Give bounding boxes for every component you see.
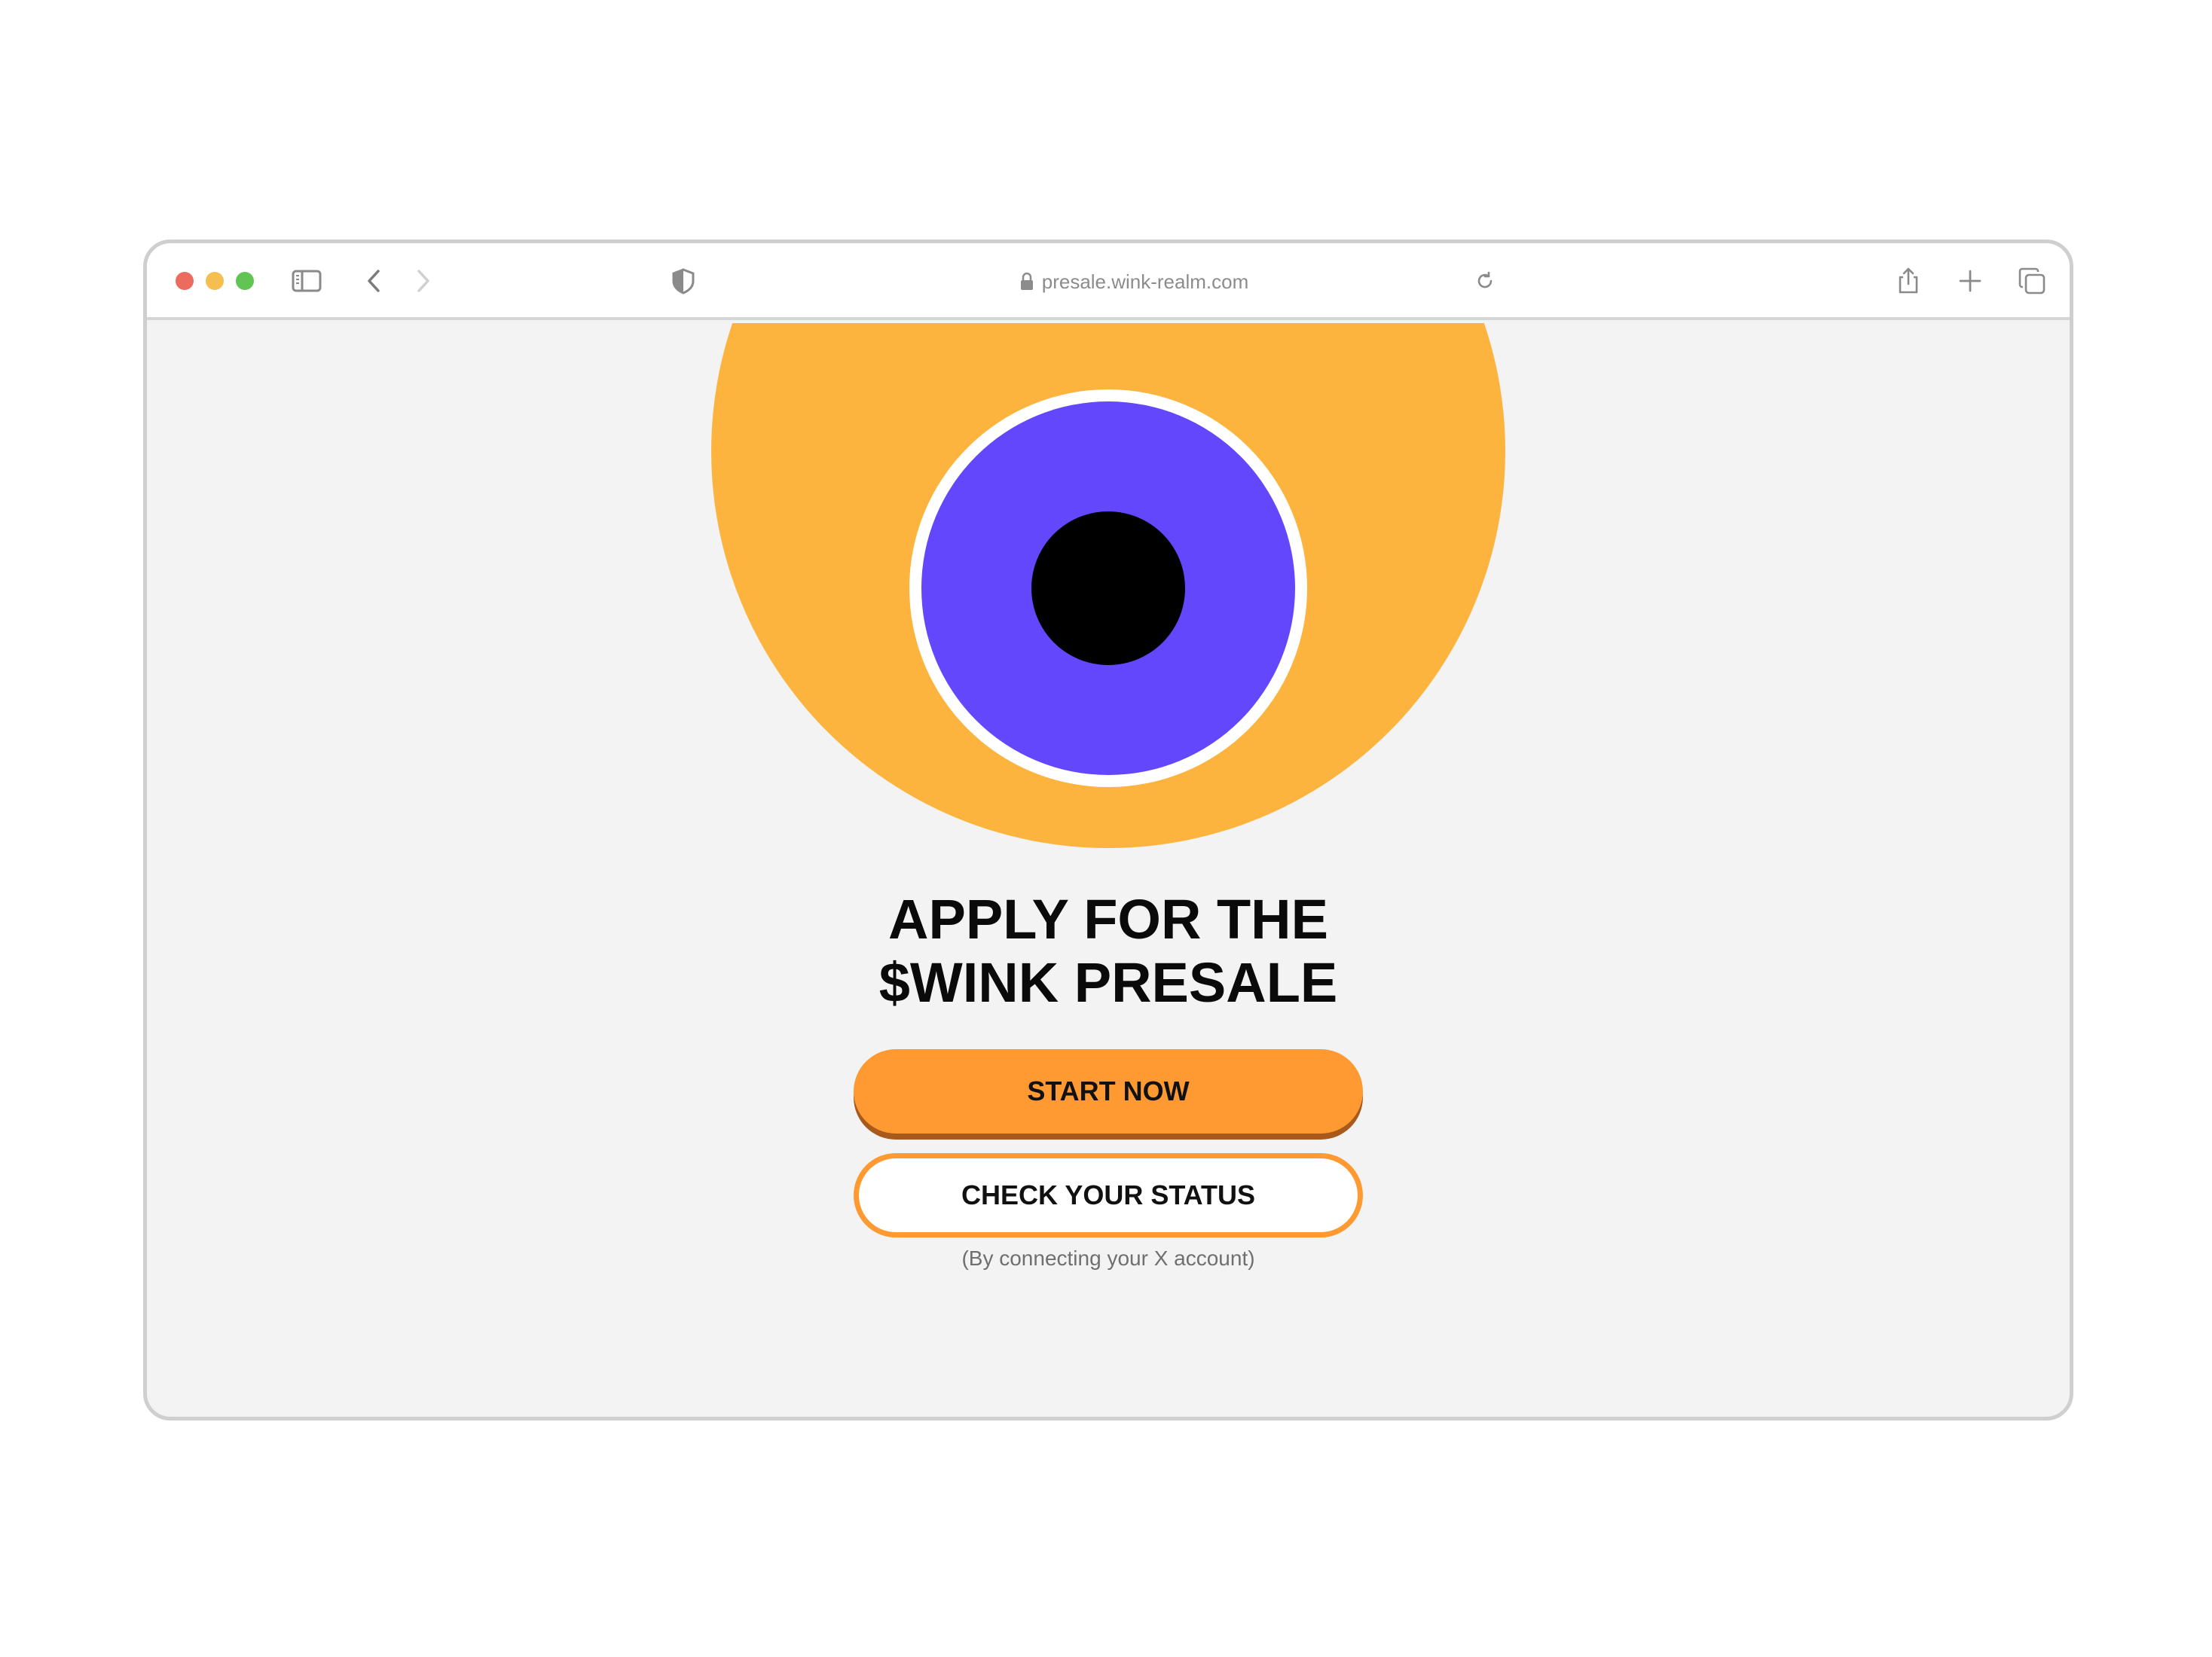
address-bar[interactable]: presale.wink-realm.com	[983, 263, 1285, 301]
maximize-window-button[interactable]	[236, 272, 254, 290]
tabs-icon[interactable]	[2015, 264, 2049, 298]
browser-toolbar: presale.wink-realm.com	[147, 243, 2070, 320]
check-status-button[interactable]: CHECK YOUR STATUS	[854, 1153, 1363, 1237]
new-tab-icon[interactable]	[1954, 264, 1987, 298]
start-now-button[interactable]: START NOW	[854, 1049, 1363, 1134]
connect-x-note: (By connecting your X account)	[961, 1247, 1255, 1270]
minimize-window-button[interactable]	[206, 272, 224, 290]
page-title: APPLY FOR THE $WINK PRESALE	[147, 888, 2070, 1015]
lock-icon	[1020, 272, 1033, 290]
forward-icon[interactable]	[406, 264, 439, 298]
wink-eye-logo	[147, 323, 2070, 880]
back-icon[interactable]	[358, 264, 391, 298]
page-content: APPLY FOR THE $WINK PRESALE START NOW CH…	[147, 323, 2070, 1417]
browser-window: presale.wink-realm.com APPLY FOR THE $WI…	[143, 240, 2073, 1421]
sidebar-icon[interactable]	[290, 264, 323, 298]
title-line-1: APPLY FOR THE	[888, 888, 1328, 951]
reload-icon[interactable]	[1468, 264, 1502, 298]
url-text: presale.wink-realm.com	[1041, 270, 1249, 293]
title-line-2: $WINK PRESALE	[878, 951, 1338, 1014]
shield-icon[interactable]	[667, 264, 700, 298]
share-icon[interactable]	[1892, 264, 1925, 298]
close-window-button[interactable]	[176, 272, 194, 290]
